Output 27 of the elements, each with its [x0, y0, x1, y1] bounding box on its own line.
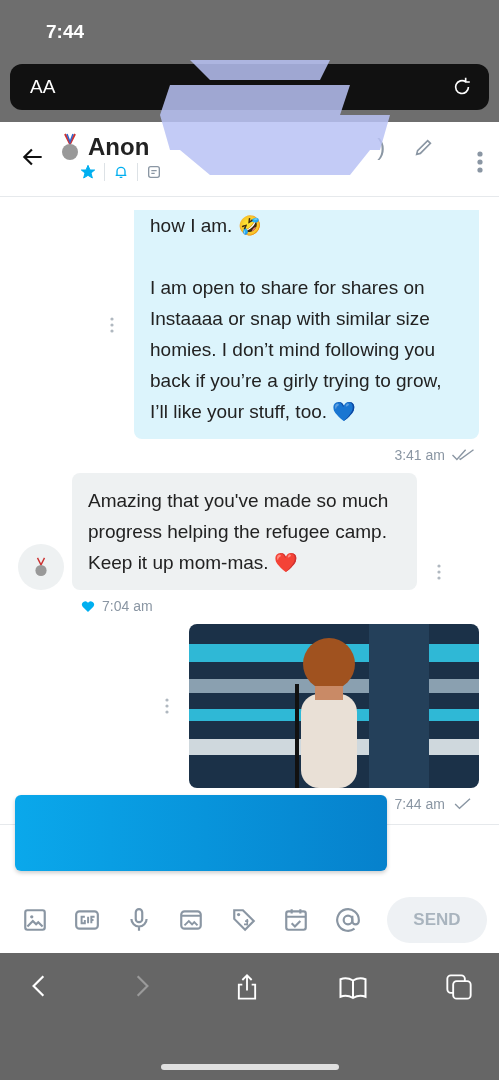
- more-icon[interactable]: [165, 698, 169, 714]
- price-tag-icon[interactable]: [230, 907, 257, 933]
- media-vault-icon[interactable]: [178, 907, 205, 933]
- chat-title: ): [377, 133, 386, 161]
- message-time: 7:04 am: [102, 598, 153, 614]
- message-time: 3:41 am: [394, 447, 445, 463]
- status-time: 7:44: [46, 21, 85, 43]
- tabs-icon[interactable]: [445, 973, 473, 1001]
- message-text: I am open to share for shares on Instaaaa or snap with similar size homies. I don’t mind following you back if you’re a girly trying to grow, I’ll like your stuff, too. 💙: [150, 276, 443, 424]
- note-icon[interactable]: [146, 164, 162, 180]
- message-text: how I am. 🤣: [150, 214, 263, 238]
- more-icon[interactable]: [477, 150, 483, 174]
- heart-icon[interactable]: [80, 598, 96, 614]
- avatar[interactable]: [18, 544, 64, 590]
- calendar-check-icon[interactable]: [282, 907, 309, 933]
- message-text: Amazing that you've made so much progress helping the refugee camp. Keep it up mom-mas. ❤: [88, 489, 390, 575]
- message-time: 7:44 am: [394, 796, 445, 812]
- text-size-button[interactable]: AA: [30, 76, 56, 98]
- chat-title: Anon: [88, 133, 150, 161]
- star-icon[interactable]: [80, 164, 96, 180]
- more-icon[interactable]: [437, 564, 441, 580]
- mention-icon[interactable]: [334, 907, 361, 933]
- medal-icon: [60, 133, 80, 161]
- gif-icon[interactable]: [74, 907, 101, 933]
- image-icon[interactable]: [22, 907, 48, 933]
- bell-icon[interactable]: [113, 164, 129, 180]
- more-icon[interactable]: [110, 316, 114, 333]
